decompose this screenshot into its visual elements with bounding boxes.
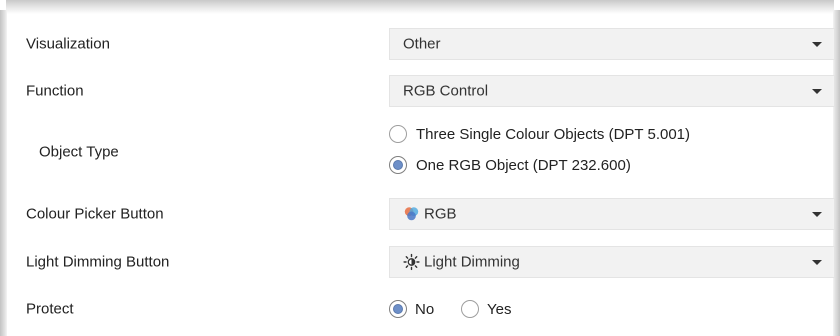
object-type-row: Object Type Three Single Colour Objects … [7,116,833,188]
function-label: Function [26,82,84,100]
radio-checked[interactable] [389,300,407,318]
colour-picker-value: RGB [424,205,457,223]
radio-unchecked[interactable] [461,300,479,318]
settings-window: Visualization Other Function RGB Control… [0,0,840,336]
object-type-option-label: One RGB Object (DPT 232.600) [416,156,631,174]
chevron-down-icon [812,212,822,217]
light-dimming-value: Light Dimming [424,253,520,271]
chevron-down-icon [812,42,822,47]
visualization-label: Visualization [26,35,110,53]
visualization-value: Other [403,35,441,53]
light-dimming-dropdown[interactable]: Light Dimming [389,246,835,278]
object-type-option-label: Three Single Colour Objects (DPT 5.001) [416,125,691,143]
chevron-down-icon [812,89,822,94]
protect-option-label: Yes [487,300,512,318]
protect-label: Protect [26,300,74,318]
window-shadow-top [6,0,834,14]
radio-dot [393,304,403,314]
visualization-row: Visualization Other [7,26,835,62]
radio-dot [393,160,403,170]
light-dimming-label: Light Dimming Button [26,253,170,271]
colour-picker-dropdown[interactable]: RGB [389,198,835,230]
function-dropdown[interactable]: RGB Control [389,75,835,107]
protect-row: Protect No Yes [7,290,833,328]
rgb-circles-icon [404,207,419,221]
radio-unchecked[interactable] [389,125,407,143]
colour-picker-label: Colour Picker Button [26,205,164,223]
visualization-dropdown[interactable]: Other [389,28,835,60]
protect-option-no[interactable]: No [389,300,434,318]
radio-checked[interactable] [389,156,407,174]
parameters-panel: Visualization Other Function RGB Control… [7,14,835,336]
colour-picker-row: Colour Picker Button RGB [7,196,835,232]
protect-option-label: No [415,300,435,318]
sun-icon [403,253,420,271]
object-type-label: Object Type [39,143,119,161]
chevron-down-icon [812,260,822,265]
function-value: RGB Control [403,82,489,100]
object-type-option-three-single[interactable]: Three Single Colour Objects (DPT 5.001) [389,125,690,143]
protect-option-yes[interactable]: Yes [461,300,511,318]
light-dimming-row: Light Dimming Button Light Dimming [7,244,835,280]
object-type-option-one-rgb[interactable]: One RGB Object (DPT 232.600) [389,156,631,174]
window-shadow-left [0,10,7,336]
function-row: Function RGB Control [7,73,835,109]
